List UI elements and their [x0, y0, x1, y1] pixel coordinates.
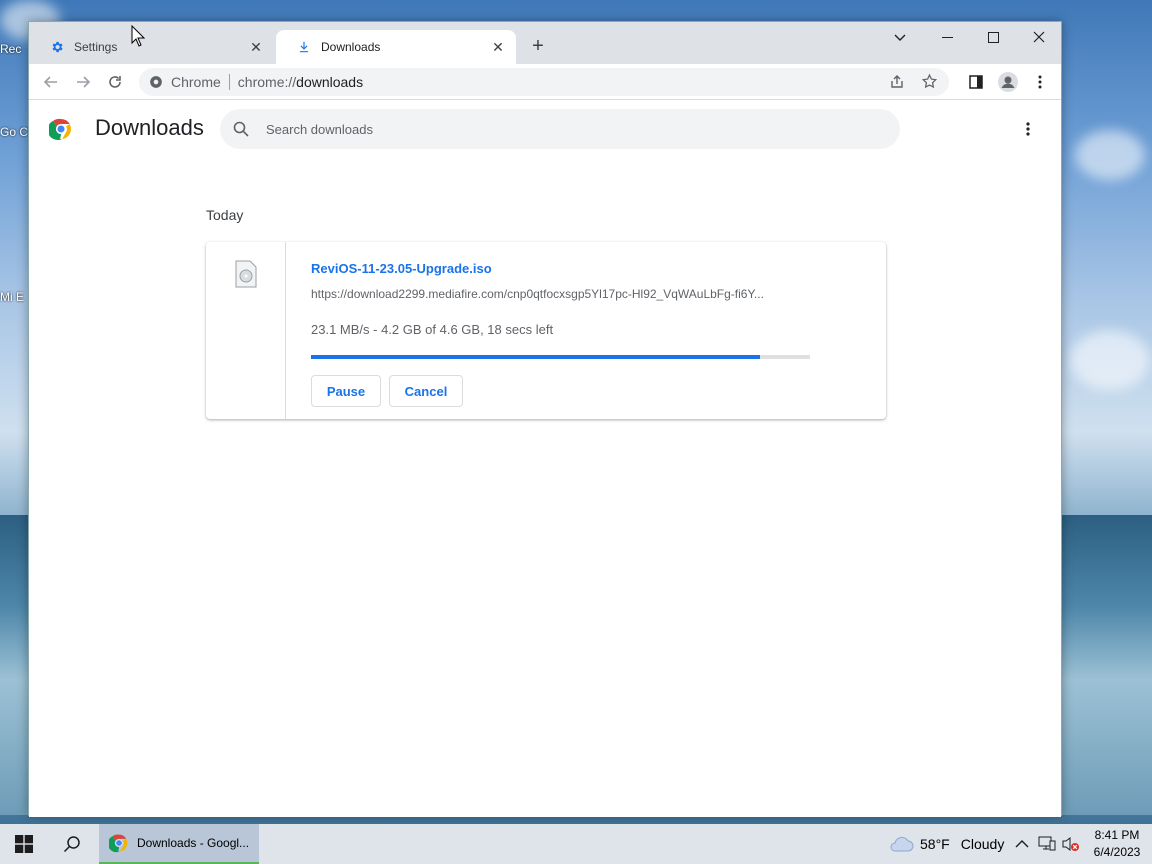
- desktop-cloud: [1075, 130, 1145, 180]
- pause-button[interactable]: Pause: [311, 375, 381, 407]
- windows-logo-icon: [15, 835, 33, 853]
- desktop-icon-google-chrome[interactable]: Go Ch: [0, 125, 28, 139]
- taskbar-app-chrome[interactable]: Downloads - Googl...: [99, 824, 259, 864]
- tab-label: Settings: [74, 40, 118, 54]
- address-bar[interactable]: Chrome chrome://downloads: [139, 68, 949, 96]
- omnibox-separator: [228, 74, 230, 90]
- url-text: chrome://downloads: [238, 74, 363, 90]
- downloads-header: Downloads Search downloads: [29, 101, 1061, 157]
- site-chip-label: Chrome: [171, 74, 221, 90]
- browser-toolbar: Chrome chrome://downloads: [29, 64, 1061, 100]
- gear-icon: [49, 39, 65, 55]
- search-icon: [233, 121, 249, 137]
- downloads-page: Downloads Search downloads Today ReviOS-…: [29, 101, 1061, 817]
- bookmark-button[interactable]: [921, 73, 938, 93]
- site-info-chip[interactable]: Chrome: [139, 74, 221, 90]
- page-title: Downloads: [95, 115, 204, 140]
- maximize-button[interactable]: [970, 22, 1016, 52]
- url-scheme: chrome://: [237, 74, 297, 90]
- start-button[interactable]: [0, 824, 48, 864]
- profile-button[interactable]: [996, 70, 1020, 94]
- download-item-icon-column: [206, 242, 286, 419]
- network-status-button[interactable]: [1038, 824, 1056, 864]
- forward-button[interactable]: [71, 70, 95, 94]
- avatar-icon: [998, 72, 1018, 92]
- star-icon: [921, 73, 938, 89]
- chevron-up-icon: [1015, 840, 1029, 848]
- chrome-logo-icon: [109, 834, 128, 853]
- tab-downloads[interactable]: Downloads ✕: [276, 30, 516, 64]
- more-vert-icon: [1038, 75, 1042, 89]
- desktop-icon-label: Go Ch: [0, 125, 28, 139]
- arrow-left-icon: [43, 76, 57, 88]
- desktop-icon-label: Rec: [0, 42, 22, 56]
- desktop-sea: [0, 515, 28, 815]
- disc-file-icon: [235, 260, 257, 288]
- weather-widget[interactable]: 58°F Cloudy: [888, 824, 1004, 864]
- taskbar-search-button[interactable]: [48, 824, 96, 864]
- clock-date: 6/4/2023: [1093, 845, 1141, 859]
- more-vert-icon: [1026, 122, 1030, 136]
- url-host: downloads: [296, 74, 364, 90]
- desktop-icon-label: Mi E: [0, 290, 24, 304]
- chrome-icon: [150, 76, 162, 88]
- download-progress-fill: [311, 355, 761, 359]
- weather-temperature: 58°F: [920, 836, 950, 852]
- mouse-cursor-icon: [131, 25, 145, 47]
- back-button[interactable]: [39, 70, 63, 94]
- chevron-down-icon: [894, 34, 906, 41]
- tab-settings[interactable]: Settings ✕: [29, 30, 274, 64]
- show-hidden-icons-button[interactable]: [1015, 824, 1029, 864]
- taskbar-app-label: Downloads - Googl...: [137, 836, 250, 850]
- chrome-logo-icon: [49, 118, 72, 140]
- search-placeholder: Search downloads: [266, 121, 373, 137]
- desktop-icon-microsoft-edge[interactable]: Mi E: [0, 290, 28, 304]
- close-icon: [1033, 31, 1045, 43]
- tab-label: Downloads: [321, 40, 381, 54]
- desktop-cloud: [1070, 330, 1150, 390]
- close-window-button[interactable]: [1016, 22, 1062, 52]
- new-tab-button[interactable]: +: [527, 35, 549, 57]
- chrome-menu-button[interactable]: [1028, 70, 1052, 94]
- share-button[interactable]: [889, 74, 905, 93]
- minimize-icon: [941, 36, 953, 38]
- desktop-icon-recycle-bin[interactable]: Rec: [0, 42, 28, 56]
- reload-icon: [109, 76, 121, 88]
- minimize-button[interactable]: [924, 22, 970, 52]
- cloud-icon: [890, 836, 914, 852]
- clock-time: 8:41 PM: [1094, 828, 1140, 842]
- cancel-button[interactable]: Cancel: [389, 375, 463, 407]
- desktop-sea: [1062, 515, 1152, 815]
- download-icon: [296, 39, 312, 55]
- download-progress-bar: [311, 355, 810, 359]
- download-filename-link[interactable]: ReviOS-11-23.05-Upgrade.iso: [311, 261, 492, 276]
- arrow-right-icon: [77, 76, 91, 88]
- browser-window: Settings ✕ Downloads ✕ + Chrome chrome:/…: [28, 21, 1062, 817]
- download-source-url[interactable]: https://download2299.mediafire.com/cnp0q…: [311, 287, 811, 301]
- share-icon: [891, 75, 903, 88]
- download-item-card: ReviOS-11-23.05-Upgrade.iso https://down…: [206, 242, 886, 419]
- close-tab-icon[interactable]: ✕: [248, 39, 264, 55]
- downloads-menu-button[interactable]: [1018, 119, 1038, 139]
- tab-search-button[interactable]: [877, 22, 923, 52]
- close-tab-icon[interactable]: ✕: [490, 39, 506, 55]
- volume-button[interactable]: [1062, 824, 1080, 864]
- taskbar: Downloads - Googl... 58°F Cloudy 8:41 PM…: [0, 824, 1152, 864]
- tab-strip: Settings ✕ Downloads ✕ +: [29, 22, 1061, 64]
- search-icon: [63, 836, 80, 853]
- download-status: 23.1 MB/s - 4.2 GB of 4.6 GB, 18 secs le…: [311, 322, 554, 337]
- side-panel-icon: [969, 75, 983, 89]
- network-icon: [1038, 836, 1056, 851]
- volume-muted-icon: [1062, 837, 1079, 851]
- maximize-icon: [987, 31, 999, 43]
- reload-button[interactable]: [103, 70, 127, 94]
- weather-description: Cloudy: [960, 836, 1005, 852]
- taskbar-clock[interactable]: 8:41 PM 6/4/2023: [1088, 827, 1146, 861]
- search-downloads-field[interactable]: Search downloads: [220, 109, 900, 149]
- date-heading: Today: [206, 207, 244, 223]
- side-panel-button[interactable]: [964, 70, 988, 94]
